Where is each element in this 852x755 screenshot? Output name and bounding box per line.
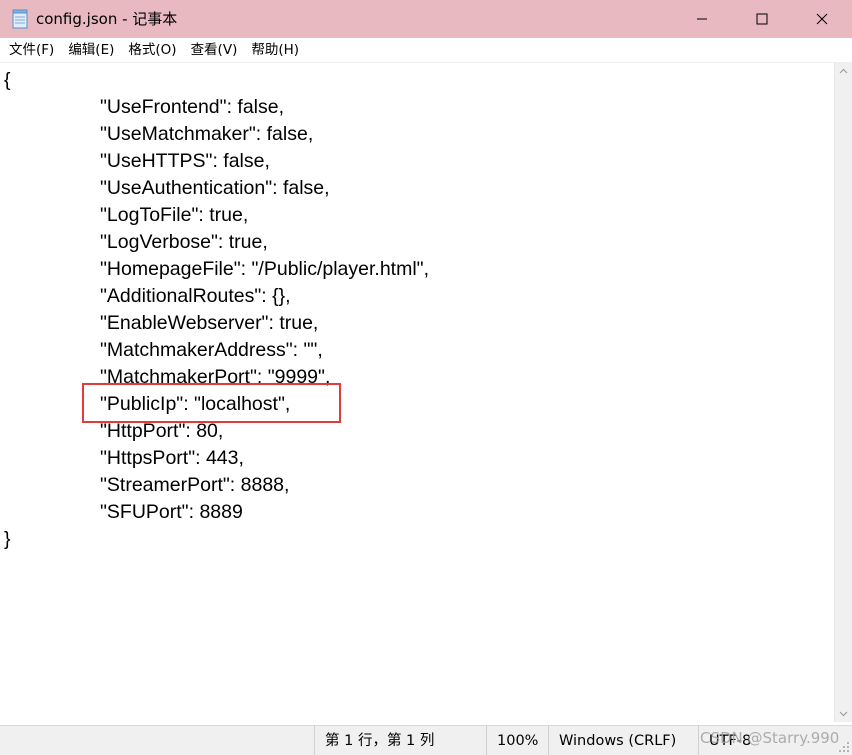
- minimize-icon: [697, 18, 707, 20]
- text-line[interactable]: "HttpsPort": 443,: [4, 445, 429, 472]
- document-content[interactable]: { "UseFrontend": false, "UseMatchmaker": f…: [4, 67, 429, 553]
- text-line[interactable]: "LogVerbose": true,: [4, 229, 429, 256]
- menu-format[interactable]: 格式(O): [121, 39, 183, 61]
- line-ending: Windows (CRLF): [548, 726, 676, 755]
- text-line[interactable]: "SFUPort": 8889: [4, 499, 429, 526]
- line-text: "EnableWebserver": true,: [100, 312, 319, 334]
- text-line[interactable]: "UseFrontend": false,: [4, 94, 429, 121]
- text-line[interactable]: {: [4, 67, 429, 94]
- menu-edit[interactable]: 编辑(E): [61, 39, 121, 61]
- line-text: "HttpsPort": 443,: [100, 447, 244, 469]
- line-text: {: [4, 69, 11, 91]
- text-line[interactable]: "EnableWebserver": true,: [4, 310, 429, 337]
- title-bar[interactable]: config.json - 记事本: [0, 0, 852, 38]
- line-text: "LogVerbose": true,: [100, 231, 268, 253]
- text-line[interactable]: "UseAuthentication": false,: [4, 175, 429, 202]
- text-editor[interactable]: { "UseFrontend": false, "UseMatchmaker": f…: [0, 62, 834, 722]
- close-icon: [816, 13, 828, 25]
- close-button[interactable]: [792, 0, 852, 38]
- text-line[interactable]: "StreamerPort": 8888,: [4, 472, 429, 499]
- line-text: "UseHTTPS": false,: [100, 150, 270, 172]
- line-text: "HttpPort": 80,: [100, 420, 224, 442]
- line-text: "UseMatchmaker": false,: [100, 123, 314, 145]
- resize-grip-icon[interactable]: [838, 741, 850, 753]
- line-text: }: [4, 528, 11, 550]
- text-line[interactable]: }: [4, 526, 429, 553]
- text-line[interactable]: "UseHTTPS": false,: [4, 148, 429, 175]
- line-text: "UseAuthentication": false,: [100, 177, 330, 199]
- text-line[interactable]: "MatchmakerPort": "9999",: [4, 364, 429, 391]
- line-text: "MatchmakerPort": "9999",: [100, 366, 331, 388]
- cursor-position: 第 1 行，第 1 列: [314, 726, 434, 755]
- menu-view[interactable]: 查看(V): [184, 39, 245, 61]
- line-text: "SFUPort": 8889: [100, 501, 243, 523]
- line-text: "UseFrontend": false,: [100, 96, 285, 118]
- text-line[interactable]: "PublicIp": "localhost",: [4, 391, 429, 418]
- maximize-button[interactable]: [732, 0, 792, 38]
- scroll-up-button[interactable]: [835, 62, 852, 79]
- text-line[interactable]: "LogToFile": true,: [4, 202, 429, 229]
- chevron-down-icon: [839, 711, 848, 716]
- notepad-icon: [12, 9, 29, 29]
- line-text: "PublicIp": "localhost",: [100, 393, 291, 415]
- line-text: "AdditionalRoutes": {},: [100, 285, 291, 307]
- zoom-level: 100%: [486, 726, 538, 755]
- minimize-button[interactable]: [672, 0, 732, 38]
- text-line[interactable]: "HttpPort": 80,: [4, 418, 429, 445]
- vertical-scrollbar[interactable]: [834, 62, 852, 722]
- window-title: config.json - 记事本: [36, 10, 178, 28]
- status-bar: 第 1 行，第 1 列 100% Windows (CRLF) UTF-8: [0, 725, 852, 755]
- chevron-up-icon: [839, 68, 848, 73]
- line-text: "LogToFile": true,: [100, 204, 249, 226]
- line-text: "StreamerPort": 8888,: [100, 474, 290, 496]
- maximize-icon: [756, 13, 768, 25]
- text-line[interactable]: "HomepageFile": "/Public/player.html",: [4, 256, 429, 283]
- text-line[interactable]: "MatchmakerAddress": "",: [4, 337, 429, 364]
- text-line[interactable]: "AdditionalRoutes": {},: [4, 283, 429, 310]
- line-text: "HomepageFile": "/Public/player.html",: [100, 258, 429, 280]
- menu-help[interactable]: 帮助(H): [244, 39, 306, 61]
- line-text: "MatchmakerAddress": "",: [100, 339, 323, 361]
- menu-file[interactable]: 文件(F): [2, 39, 61, 61]
- encoding: UTF-8: [698, 726, 751, 755]
- menu-bar: 文件(F) 编辑(E) 格式(O) 查看(V) 帮助(H): [0, 38, 852, 62]
- scroll-down-button[interactable]: [835, 705, 852, 722]
- text-line[interactable]: "UseMatchmaker": false,: [4, 121, 429, 148]
